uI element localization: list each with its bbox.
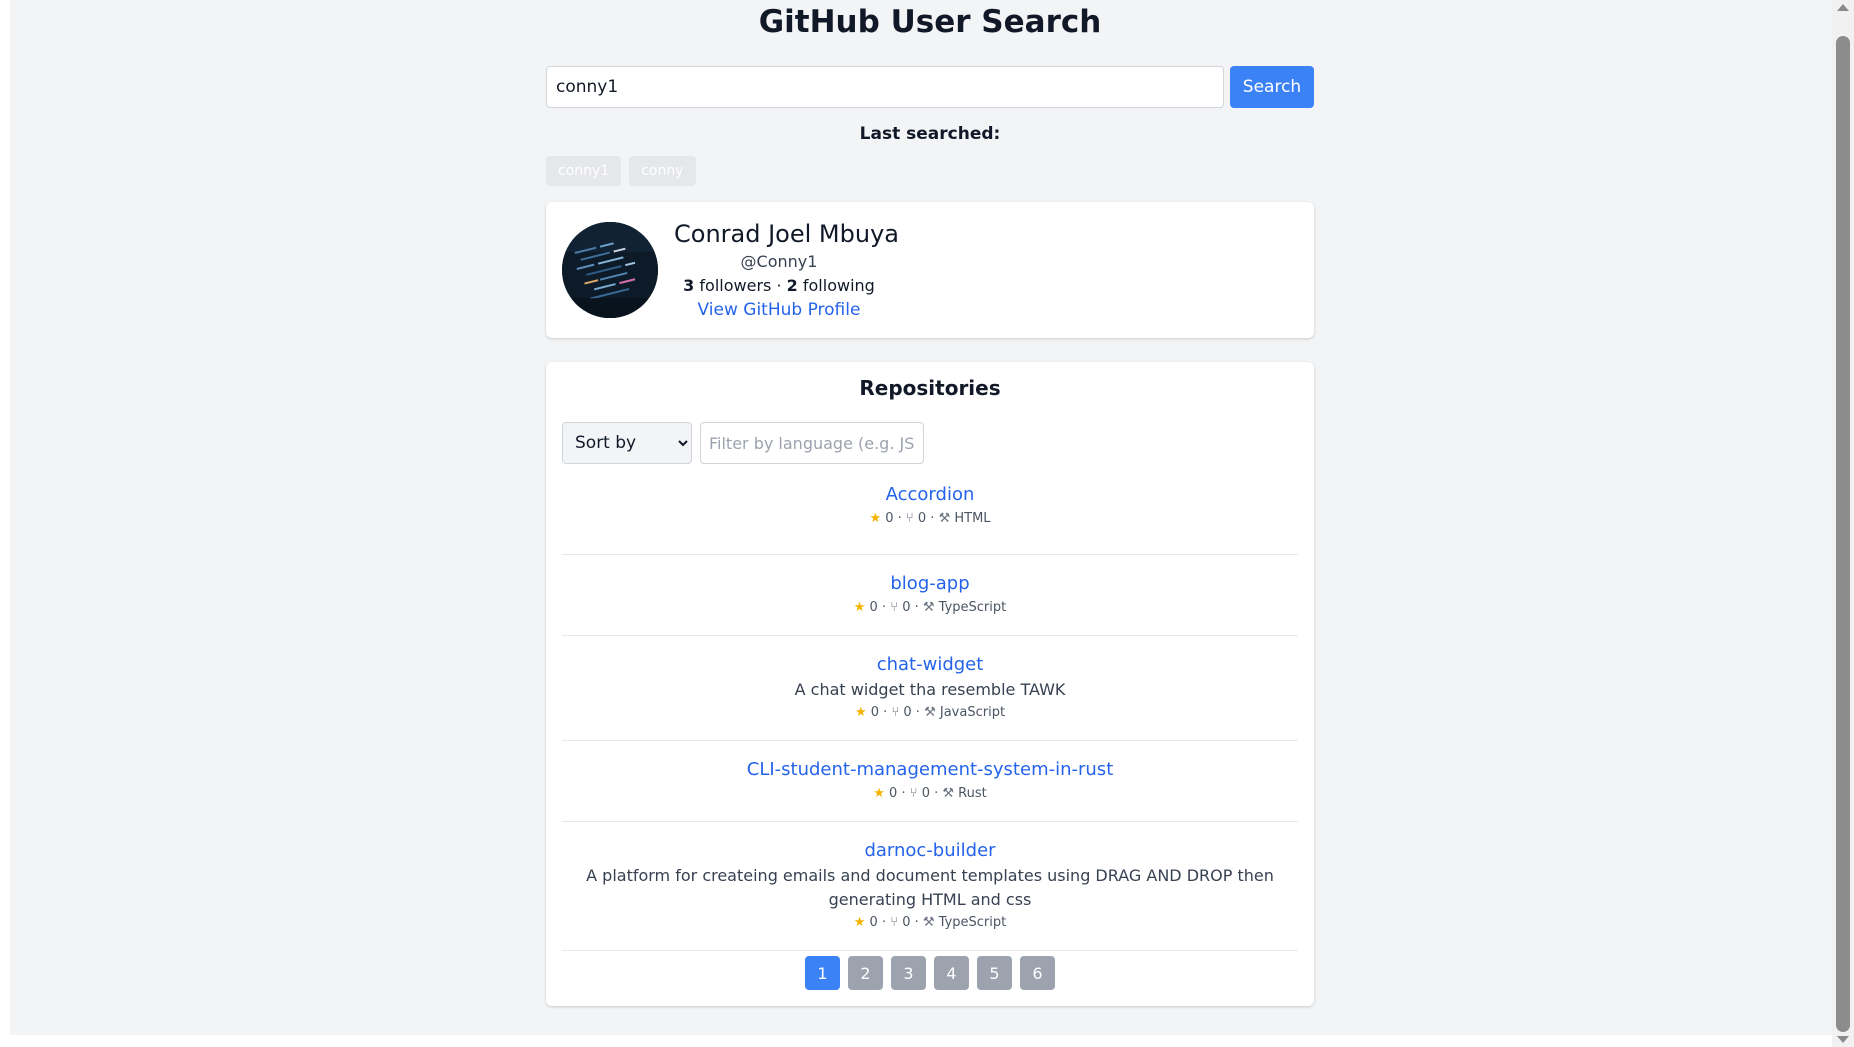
fork-icon: ⑂	[890, 915, 899, 930]
search-input[interactable]	[546, 66, 1224, 108]
repo-name-link[interactable]: darnoc-builder	[864, 838, 995, 864]
tools-icon: ⚒	[924, 705, 936, 720]
tools-icon: ⚒	[922, 915, 935, 930]
scroll-up-arrow-icon[interactable]	[1837, 4, 1849, 11]
tools-icon: ⚒	[938, 511, 951, 526]
fork-icon: ⑂	[890, 600, 899, 615]
profile-name: Conrad Joel Mbuya	[674, 220, 899, 248]
followers-label: followers	[699, 276, 772, 295]
star-icon: ★	[873, 786, 885, 801]
star-icon: ★	[854, 705, 867, 720]
fork-icon: ⑂	[891, 705, 900, 720]
repo-forks: 0	[921, 786, 930, 801]
repo-stars: 0	[885, 511, 894, 526]
repo-name-link[interactable]: Accordion	[886, 482, 975, 508]
page-button-3[interactable]: 3	[891, 956, 926, 990]
repo-meta: ★ 0 · ⑂ 0 · ⚒ HTML	[869, 511, 991, 526]
repo-language: HTML	[954, 511, 991, 526]
github-profile-link[interactable]: View GitHub Profile	[698, 300, 861, 320]
repo-name-link[interactable]: chat-widget	[877, 652, 984, 678]
repo-description: A chat widget tha resemble TAWK	[794, 680, 1066, 699]
avatar-image	[562, 222, 658, 318]
repo-item: darnoc-builder A platform for createing …	[562, 822, 1298, 951]
repo-stars: 0	[870, 705, 880, 720]
page-button-2[interactable]: 2	[848, 956, 883, 990]
repo-forks: 0	[903, 705, 912, 720]
repo-stars: 0	[889, 786, 898, 801]
repositories-title: Repositories	[859, 376, 1001, 400]
profile-stats: 3 followers · 2 following	[674, 274, 884, 298]
repo-meta: ★ 0 · ⑂ 0 · ⚒ TypeScript	[853, 915, 1007, 930]
repo-language: Rust	[958, 786, 987, 801]
profile-card: Conrad Joel Mbuya @Conny1 3 followers · …	[546, 202, 1314, 338]
repo-item: chat-widget A chat widget tha resemble T…	[562, 636, 1298, 741]
repo-name-link[interactable]: CLI-student-management-system-in-rust	[747, 757, 1114, 783]
repo-item: Accordion ★ 0 · ⑂ 0 · ⚒ HTML	[562, 474, 1298, 555]
search-button[interactable]: Search	[1230, 66, 1314, 108]
repo-item: CLI-student-management-system-in-rust ★ …	[562, 741, 1298, 822]
repo-stars: 0	[869, 600, 878, 615]
page-button-5[interactable]: 5	[977, 956, 1012, 990]
followers-count: 3	[683, 276, 695, 295]
repo-forks: 0	[917, 511, 927, 526]
repo-language: TypeScript	[938, 915, 1007, 930]
language-filter-input[interactable]	[700, 422, 924, 464]
repo-list: Accordion ★ 0 · ⑂ 0 · ⚒ HTML blog-app ★ …	[562, 474, 1298, 951]
sort-select[interactable]: Sort by	[562, 422, 692, 464]
stats-separator: ·	[776, 276, 782, 295]
following-count: 2	[786, 276, 798, 295]
history-chip[interactable]: conny	[629, 156, 696, 186]
page-viewport: GitHub User Search Search Last searched:…	[10, 0, 1832, 1035]
page-title: GitHub User Search	[758, 4, 1102, 40]
star-icon: ★	[869, 511, 882, 526]
history-chip[interactable]: conny1	[546, 156, 622, 186]
star-icon: ★	[853, 915, 866, 930]
profile-login: @Conny1	[740, 252, 818, 271]
page-button-4[interactable]: 4	[934, 956, 969, 990]
page-button-6[interactable]: 6	[1020, 956, 1055, 990]
repo-meta: ★ 0 · ⑂ 0 · ⚒ JavaScript	[854, 705, 1006, 720]
last-searched-label: Last searched:	[859, 124, 1001, 144]
following-label: following	[802, 276, 875, 295]
repo-forks: 0	[902, 600, 911, 615]
search-history: conny1 conny	[546, 156, 696, 186]
fork-icon: ⑂	[905, 511, 914, 526]
repo-description: A platform for createing emails and docu…	[586, 866, 1274, 909]
repositories-card: Repositories Sort by Accordion ★ 0 · ⑂ 0…	[546, 362, 1314, 1006]
page-button-1[interactable]: 1	[805, 956, 840, 990]
repo-language: JavaScript	[939, 705, 1006, 720]
tools-icon: ⚒	[922, 600, 935, 615]
repo-name-link[interactable]: blog-app	[890, 571, 969, 597]
fork-icon: ⑂	[909, 786, 918, 801]
page-scrollbar[interactable]	[1832, 0, 1854, 1047]
pagination: 1 2 3 4 5 6	[546, 956, 1314, 990]
scroll-thumb[interactable]	[1836, 36, 1850, 1032]
repo-stars: 0	[869, 915, 878, 930]
avatar	[562, 222, 658, 318]
repo-meta: ★ 0 · ⑂ 0 · ⚒ TypeScript	[853, 600, 1007, 615]
star-icon: ★	[853, 600, 866, 615]
profile-info: Conrad Joel Mbuya @Conny1 3 followers · …	[674, 218, 899, 322]
repo-language: TypeScript	[938, 600, 1007, 615]
repo-meta: ★ 0 · ⑂ 0 · ⚒ Rust	[873, 786, 987, 801]
tools-icon: ⚒	[942, 786, 955, 801]
repo-item: blog-app ★ 0 · ⑂ 0 · ⚒ TypeScript	[562, 555, 1298, 636]
repo-forks: 0	[902, 915, 911, 930]
scroll-down-arrow-icon[interactable]	[1837, 1036, 1849, 1043]
